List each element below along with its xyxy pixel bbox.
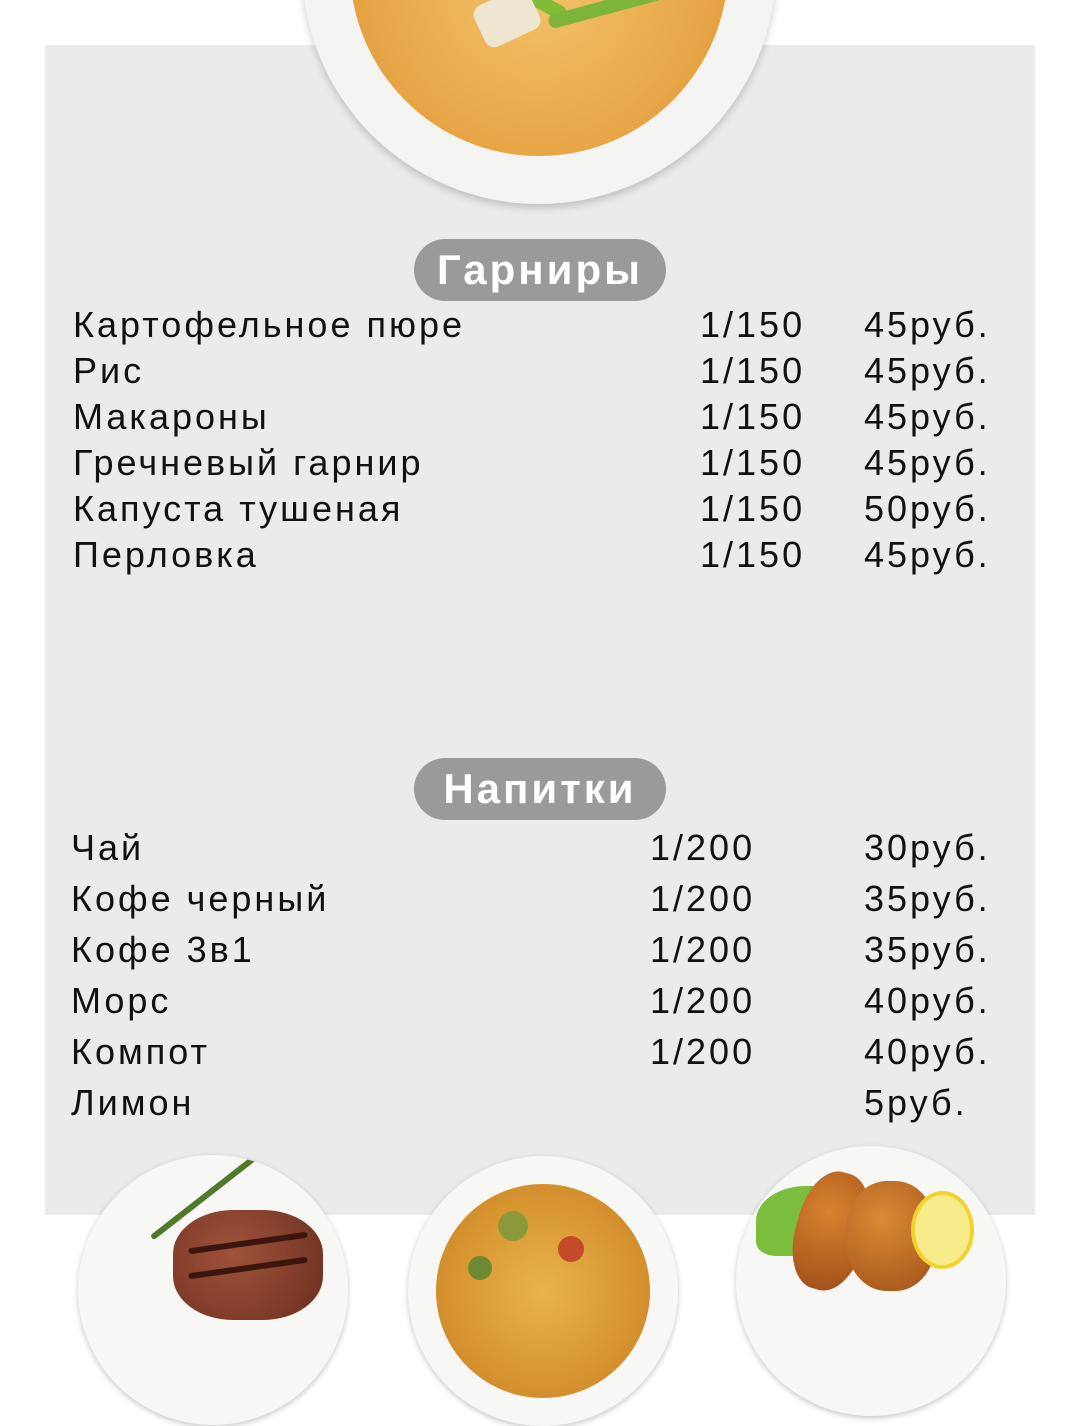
item-weight: 1/150 — [700, 396, 806, 437]
item-weight: 1/150 — [700, 304, 806, 345]
menu-item-row: Компот 1/200 40руб. — [0, 1029, 1080, 1075]
item-name: Чай — [71, 827, 145, 868]
menu-item-row: Перловка 1/150 45руб. — [0, 532, 1080, 578]
item-weight: 1/200 — [650, 1031, 756, 1072]
item-name: Капуста тушеная — [73, 488, 404, 529]
section-title-drinks: Напитки — [414, 758, 666, 820]
pizza-topping — [498, 1211, 528, 1241]
chicken-plate-image — [736, 1146, 1006, 1416]
item-price: 40руб. — [864, 1031, 991, 1072]
item-name: Лимон — [71, 1082, 195, 1123]
menu-item-row: Лимон 5руб. — [0, 1080, 1080, 1126]
item-name: Рис — [73, 350, 145, 391]
menu-item-row: Чай 1/200 30руб. — [0, 825, 1080, 871]
item-price: 40руб. — [864, 980, 991, 1021]
item-price: 50руб. — [864, 488, 991, 529]
item-price: 35руб. — [864, 929, 991, 970]
item-price: 35руб. — [864, 878, 991, 919]
item-price: 45руб. — [864, 350, 991, 391]
menu-item-row: Капуста тушеная 1/150 50руб. — [0, 486, 1080, 532]
menu-item-row: Кофе 3в1 1/200 35руб. — [0, 927, 1080, 973]
menu-item-row: Картофельное пюре 1/150 45руб. — [0, 302, 1080, 348]
item-weight: 1/150 — [700, 350, 806, 391]
item-price: 5руб. — [864, 1082, 968, 1123]
pizza-topping — [558, 1236, 584, 1262]
menu-item-row: Макароны 1/150 45руб. — [0, 394, 1080, 440]
item-name: Морс — [71, 980, 172, 1021]
pizza-plate-image — [408, 1156, 678, 1426]
item-weight: 1/200 — [650, 929, 756, 970]
menu-item-row: Гречневый гарнир 1/150 45руб. — [0, 440, 1080, 486]
item-weight: 1/150 — [700, 534, 806, 575]
steak-plate-image — [78, 1155, 348, 1425]
item-price: 45руб. — [864, 396, 991, 437]
item-price: 45руб. — [864, 442, 991, 483]
item-price: 45руб. — [864, 534, 991, 575]
item-name: Компот — [71, 1031, 210, 1072]
menu-item-row: Кофе черный 1/200 35руб. — [0, 876, 1080, 922]
item-name: Гречневый гарнир — [73, 442, 424, 483]
menu-item-row: Морс 1/200 40руб. — [0, 978, 1080, 1024]
item-name: Картофельное пюре — [73, 304, 465, 345]
item-name: Кофе 3в1 — [71, 929, 255, 970]
item-name: Макароны — [73, 396, 270, 437]
item-weight: 1/150 — [700, 442, 806, 483]
item-price: 45руб. — [864, 304, 991, 345]
menu-item-row: Рис 1/150 45руб. — [0, 348, 1080, 394]
item-weight: 1/200 — [650, 878, 756, 919]
section-title-garnish: Гарниры — [414, 239, 666, 301]
item-name: Кофе черный — [71, 878, 330, 919]
item-weight: 1/200 — [650, 827, 756, 868]
pizza — [436, 1184, 650, 1398]
lemon-slice — [911, 1191, 974, 1269]
item-price: 30руб. — [864, 827, 991, 868]
item-weight: 1/150 — [700, 488, 806, 529]
item-name: Перловка — [73, 534, 259, 575]
item-weight: 1/200 — [650, 980, 756, 1021]
